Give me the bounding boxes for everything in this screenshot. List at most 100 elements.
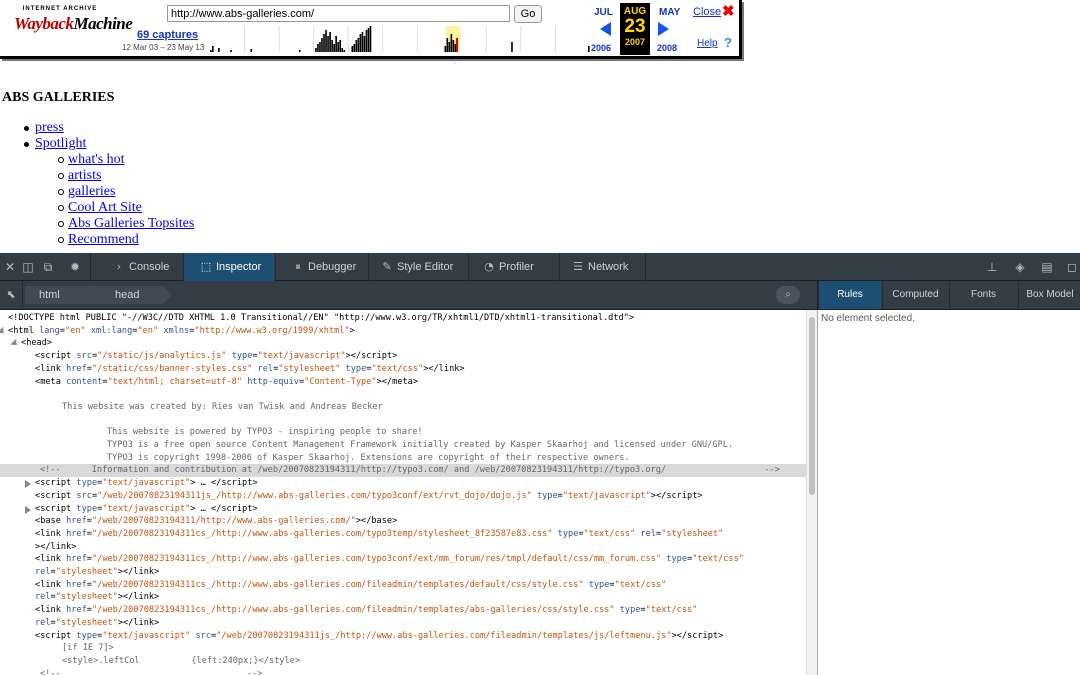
- markup-line[interactable]: rel="stylesheet"></link>: [0, 566, 159, 579]
- breadcrumb-html[interactable]: html: [25, 286, 106, 304]
- tab-profiler[interactable]: ◔ Profiler: [468, 253, 558, 281]
- tab-debugger[interactable]: ⏸ Debugger: [275, 253, 367, 281]
- subnav-link-galleries[interactable]: galleries: [68, 184, 115, 199]
- capture-bar[interactable]: [337, 42, 339, 52]
- markup-line[interactable]: This website was created by: Ries van Tw…: [0, 401, 383, 414]
- capture-bar[interactable]: [327, 36, 329, 52]
- capture-bar[interactable]: [333, 44, 335, 52]
- markup-line[interactable]: <head>: [0, 337, 52, 350]
- collapse-twisty-icon[interactable]: [25, 480, 31, 489]
- next-year-link[interactable]: 2008: [657, 43, 677, 53]
- capture-bar[interactable]: [329, 32, 331, 52]
- capture-bar[interactable]: [450, 34, 453, 52]
- breadcrumb-head[interactable]: head: [97, 286, 172, 304]
- search-icon[interactable]: ⌕: [776, 286, 800, 304]
- markup-view[interactable]: <!DOCTYPE html PUBLIC "-//W3C//DTD XHTML…: [0, 310, 806, 675]
- capture-bar[interactable]: [454, 44, 457, 52]
- capture-bar[interactable]: [321, 38, 323, 52]
- markup-line[interactable]: <meta content="text/html; charset=utf-8"…: [0, 376, 418, 389]
- next-month-link[interactable]: MAY: [659, 7, 680, 18]
- capture-bar[interactable]: [355, 40, 358, 52]
- close-devtools-icon[interactable]: ✕: [2, 259, 18, 275]
- subnav-link-cool-art-site[interactable]: Cool Art Site: [68, 200, 142, 215]
- nav-link-press[interactable]: press: [35, 120, 64, 135]
- markup-line[interactable]: <!-- Information and contribution at /we…: [0, 464, 806, 478]
- markup-line[interactable]: [0, 388, 35, 401]
- markup-line[interactable]: <link href="/web/20070823194311cs_/http:…: [0, 604, 697, 617]
- capture-bar[interactable]: [317, 44, 319, 52]
- go-button[interactable]: Go: [514, 5, 542, 23]
- markup-line[interactable]: TYPO3 is copyright 1998-2006 of Kasper S…: [0, 452, 630, 465]
- capture-bar[interactable]: [448, 42, 451, 52]
- markup-line[interactable]: [if IE 7]>: [0, 642, 114, 655]
- tab-rules[interactable]: Rules: [818, 281, 881, 309]
- capture-bar[interactable]: [319, 42, 321, 52]
- help-icon[interactable]: ?: [724, 35, 732, 50]
- capture-bar[interactable]: [444, 46, 447, 52]
- capture-bar[interactable]: [331, 40, 333, 52]
- dock-side-icon[interactable]: ◫: [20, 259, 36, 275]
- capture-sparkline[interactable]: [210, 26, 590, 52]
- separate-window-icon[interactable]: ⧉: [40, 259, 56, 275]
- markup-line[interactable]: <html lang="en" xml:lang="en" xmlns="htt…: [0, 325, 355, 338]
- capture-bar[interactable]: [298, 50, 301, 52]
- markup-line[interactable]: <script type="text/javascript"> … </scri…: [0, 503, 258, 516]
- subnav-link-recommend[interactable]: Recommend: [68, 232, 139, 247]
- captures-link[interactable]: 69 captures: [137, 29, 198, 41]
- capture-bar[interactable]: [343, 50, 346, 52]
- markup-line[interactable]: TYPO3 is a free open source Content Mana…: [0, 439, 733, 452]
- element-picker-icon[interactable]: ⬉: [0, 281, 23, 309]
- 3d-view-icon[interactable]: ◈: [1012, 259, 1028, 275]
- capture-bar[interactable]: [325, 30, 327, 52]
- prev-year-link[interactable]: 2006: [591, 43, 611, 53]
- capture-bar[interactable]: [212, 46, 214, 52]
- capture-bar[interactable]: [361, 32, 364, 52]
- help-link[interactable]: Help: [697, 38, 718, 49]
- tab-style-editor[interactable]: ✎ Style Editor: [368, 253, 467, 281]
- responsive-icon[interactable]: ⊥: [984, 259, 1000, 275]
- scratchpad-icon[interactable]: ▤: [1039, 259, 1055, 275]
- capture-bar[interactable]: [365, 30, 368, 52]
- capture-bar[interactable]: [363, 36, 366, 52]
- capture-bar[interactable]: [357, 38, 360, 52]
- capture-bar[interactable]: [339, 40, 341, 52]
- markup-line[interactable]: <script type="text/javascript"> … </scri…: [0, 477, 258, 490]
- markup-line[interactable]: <base href="/web/20070823194311/http://w…: [0, 515, 397, 528]
- capture-bar[interactable]: [359, 34, 362, 52]
- markup-line[interactable]: <link href="/static/css/banner-styles.cs…: [0, 363, 465, 376]
- capture-bar[interactable]: [452, 40, 455, 52]
- capture-bar[interactable]: [323, 34, 325, 52]
- markup-line[interactable]: <script src="/static/js/analytics.js" ty…: [0, 350, 397, 363]
- markup-line[interactable]: rel="stylesheet"></link>: [0, 591, 159, 604]
- capture-bar[interactable]: [341, 48, 343, 52]
- markup-line[interactable]: <!--_ -->: [0, 668, 262, 675]
- markup-line[interactable]: <script type="text/javascript" src="/web…: [0, 630, 723, 643]
- tab-computed[interactable]: Computed: [882, 281, 948, 309]
- capture-bar[interactable]: [353, 44, 356, 52]
- scrollbar-thumb[interactable]: [809, 317, 815, 495]
- wayback-url-input[interactable]: [167, 5, 510, 22]
- dock-bottom-icon[interactable]: ◻: [1064, 259, 1080, 275]
- capture-bar[interactable]: [351, 46, 354, 52]
- markup-line[interactable]: <link href="/web/20070823194311cs_/http:…: [0, 528, 723, 541]
- close-link[interactable]: Close: [693, 6, 721, 18]
- markup-line[interactable]: rel="stylesheet"></link>: [0, 617, 159, 630]
- markup-line[interactable]: [0, 414, 35, 427]
- expand-twisty-icon[interactable]: [0, 326, 7, 336]
- markup-line[interactable]: <!DOCTYPE html PUBLIC "-//W3C//DTD XHTML…: [0, 312, 634, 325]
- capture-bar[interactable]: [369, 26, 372, 52]
- tab-console[interactable]: › Console: [90, 253, 182, 281]
- capture-bar[interactable]: [210, 50, 212, 52]
- capture-bar[interactable]: [446, 38, 449, 52]
- expand-twisty-icon[interactable]: [10, 339, 20, 349]
- markup-line[interactable]: This website is powered by TYPO3 - inspi…: [0, 426, 423, 439]
- subnav-link-whats-hot[interactable]: what's hot: [68, 152, 125, 167]
- collapse-twisty-icon[interactable]: [25, 505, 31, 514]
- capture-bar[interactable]: [230, 50, 232, 52]
- capture-bar[interactable]: [367, 28, 370, 52]
- capture-bar[interactable]: [511, 42, 513, 52]
- tab-box-model[interactable]: Box Model: [1018, 281, 1080, 309]
- capture-bar[interactable]: [218, 48, 220, 52]
- prev-arrow-icon[interactable]: [600, 22, 611, 36]
- capture-bar[interactable]: [250, 49, 253, 52]
